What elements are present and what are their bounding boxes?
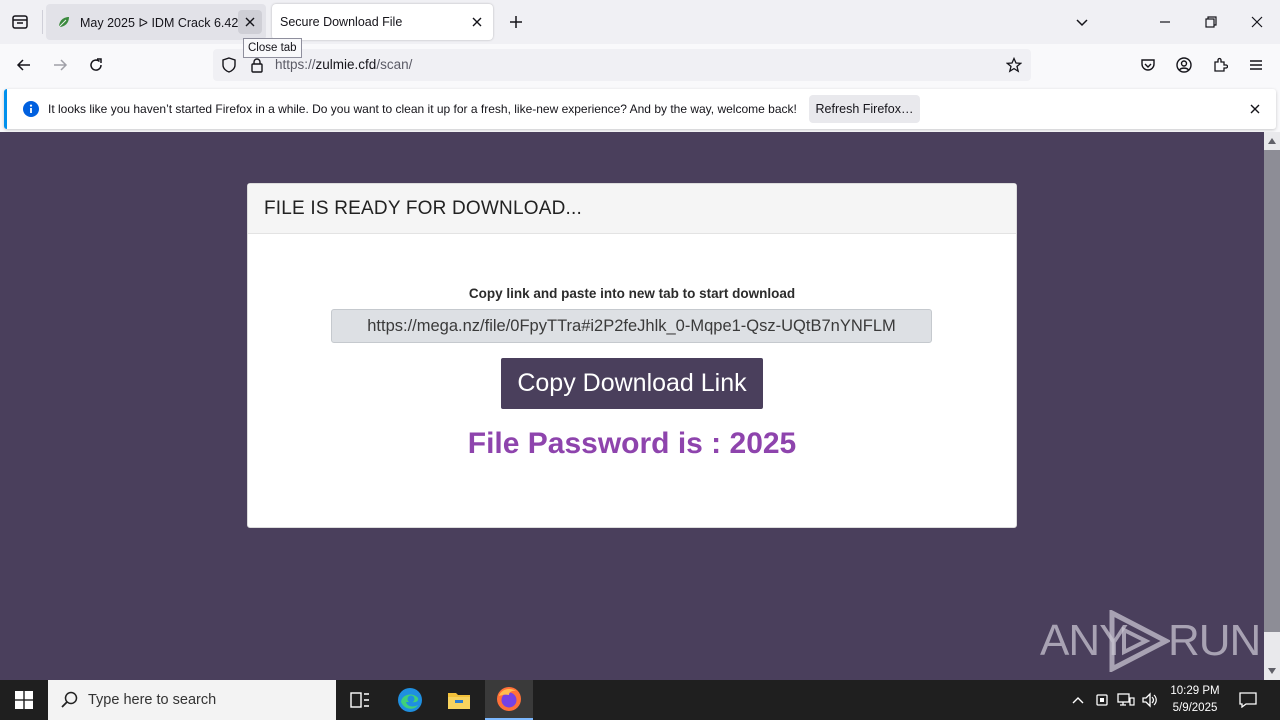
notification-message: It looks like you haven’t started Firefo…: [48, 102, 797, 116]
close-window-button[interactable]: [1241, 6, 1273, 38]
network-button[interactable]: [1116, 690, 1136, 710]
back-button[interactable]: [9, 50, 39, 80]
hamburger-icon: [1250, 60, 1262, 70]
minimize-button[interactable]: [1149, 6, 1181, 38]
close-tab-tooltip: Close tab: [243, 38, 302, 58]
restore-icon: [1205, 16, 1217, 28]
plus-icon: [510, 16, 522, 28]
firefox-view-icon: [12, 15, 28, 29]
page-viewport: FILE IS READY FOR DOWNLOAD... Copy link …: [0, 132, 1264, 680]
pocket-icon: [1141, 59, 1155, 71]
play-triangle-icon: [1109, 610, 1170, 672]
task-view-button[interactable]: [336, 680, 384, 720]
tab-close-button[interactable]: [238, 10, 262, 34]
instruction-text: Copy link and paste into new tab to star…: [468, 286, 796, 301]
tab-separator: [42, 10, 43, 34]
account-button[interactable]: [1169, 50, 1199, 80]
close-icon: [1251, 16, 1263, 28]
refresh-firefox-notification: It looks like you haven’t started Firefo…: [4, 89, 1276, 129]
card-title: FILE IS READY FOR DOWNLOAD...: [248, 184, 1016, 234]
notification-close-button[interactable]: [1245, 99, 1265, 119]
taskbar-search[interactable]: Type here to search: [48, 680, 336, 720]
triangle-up-icon: [1268, 138, 1276, 144]
account-icon: [1176, 57, 1192, 73]
list-all-tabs-button[interactable]: [1066, 6, 1098, 38]
close-icon: [472, 17, 482, 27]
reload-button[interactable]: [81, 50, 111, 80]
tab-title: May 2025 ᐅ IDM Crack 6.42 Bu: [80, 15, 238, 30]
tab-idm-crack[interactable]: May 2025 ᐅ IDM Crack 6.42 Bu: [46, 4, 266, 40]
navigation-toolbar: https://zulmie.cfd/scan/: [0, 44, 1280, 86]
forward-button[interactable]: [45, 50, 75, 80]
pocket-button[interactable]: [1133, 50, 1163, 80]
folder-icon: [448, 693, 470, 709]
scroll-down-arrow[interactable]: [1267, 666, 1277, 676]
device-icon: [1096, 694, 1108, 706]
menu-button[interactable]: [1241, 50, 1271, 80]
url-text: https://zulmie.cfd/scan/: [275, 57, 412, 72]
notifications-button[interactable]: [1238, 690, 1258, 710]
download-card: FILE IS READY FOR DOWNLOAD... Copy link …: [247, 183, 1017, 528]
clock-time: 10:29 PM: [1170, 685, 1220, 697]
close-icon: [245, 17, 255, 27]
puzzle-icon: [1214, 57, 1228, 72]
taskbar-clock[interactable]: 10:29 PM 5/9/2025: [1160, 683, 1230, 717]
watermark-run: RUN: [1168, 616, 1261, 665]
lock-icon[interactable]: [249, 57, 265, 73]
chevron-down-icon: [1076, 19, 1088, 27]
file-password-text: File Password is : 2025: [467, 427, 797, 460]
search-icon: [61, 691, 78, 708]
edge-taskbar-button[interactable]: [386, 680, 434, 720]
firefox-icon: [497, 687, 521, 711]
copy-download-link-button[interactable]: Copy Download Link: [501, 358, 763, 409]
page-scrollbar[interactable]: [1264, 132, 1280, 680]
tab-strip: May 2025 ᐅ IDM Crack 6.42 Bu Secure Down…: [0, 0, 1280, 44]
refresh-firefox-button[interactable]: Refresh Firefox…: [809, 95, 920, 123]
scroll-up-arrow[interactable]: [1267, 136, 1277, 146]
extensions-button[interactable]: [1205, 50, 1235, 80]
new-tab-button[interactable]: [502, 8, 530, 36]
chevron-up-icon: [1072, 697, 1084, 704]
triangle-down-icon: [1268, 668, 1276, 674]
show-hidden-icons-button[interactable]: [1068, 690, 1088, 710]
url-host: zulmie.cfd: [315, 57, 377, 72]
reload-icon: [90, 58, 102, 71]
network-icon: [1117, 693, 1135, 706]
arrow-left-icon: [16, 59, 30, 71]
minimize-icon: [1160, 21, 1170, 23]
scrollbar-thumb[interactable]: [1264, 150, 1280, 632]
close-icon: [1250, 104, 1260, 114]
star-icon[interactable]: [1006, 57, 1022, 73]
start-button[interactable]: [0, 680, 48, 720]
tab-secure-download[interactable]: Secure Download File: [272, 4, 493, 40]
arrow-right-icon: [54, 59, 68, 71]
file-explorer-taskbar-button[interactable]: [435, 680, 483, 720]
tab-title: Secure Download File: [280, 15, 403, 29]
url-path: /scan/: [376, 57, 413, 72]
clock-date: 5/9/2025: [1172, 702, 1218, 714]
windows-taskbar: Type here to search 10:29 PM 5/9/2025: [0, 680, 1280, 720]
firefox-view-button[interactable]: [6, 8, 34, 36]
leaf-favicon-icon: [58, 17, 69, 28]
notification-center-icon: [1239, 692, 1257, 708]
search-placeholder: Type here to search: [88, 692, 217, 708]
tab-close-button[interactable]: [465, 10, 489, 34]
speaker-icon: [1142, 692, 1157, 708]
url-scheme: https://: [275, 57, 316, 72]
anyrun-watermark: ANY RUN: [1040, 608, 1261, 672]
task-view-icon: [350, 692, 369, 708]
notification-area: It looks like you haven’t started Firefo…: [0, 86, 1280, 132]
edge-icon: [398, 688, 422, 712]
download-link-field[interactable]: https://mega.nz/file/0FpyTTra#i2P2feJhlk…: [331, 309, 932, 343]
restore-button[interactable]: [1195, 6, 1227, 38]
address-bar[interactable]: https://zulmie.cfd/scan/: [213, 49, 1031, 81]
volume-button[interactable]: [1140, 690, 1160, 710]
info-icon: [23, 101, 39, 117]
tray-device-button[interactable]: [1092, 690, 1112, 710]
shield-icon[interactable]: [221, 57, 237, 73]
firefox-taskbar-button[interactable]: [485, 680, 533, 720]
windows-logo-icon: [15, 691, 33, 709]
